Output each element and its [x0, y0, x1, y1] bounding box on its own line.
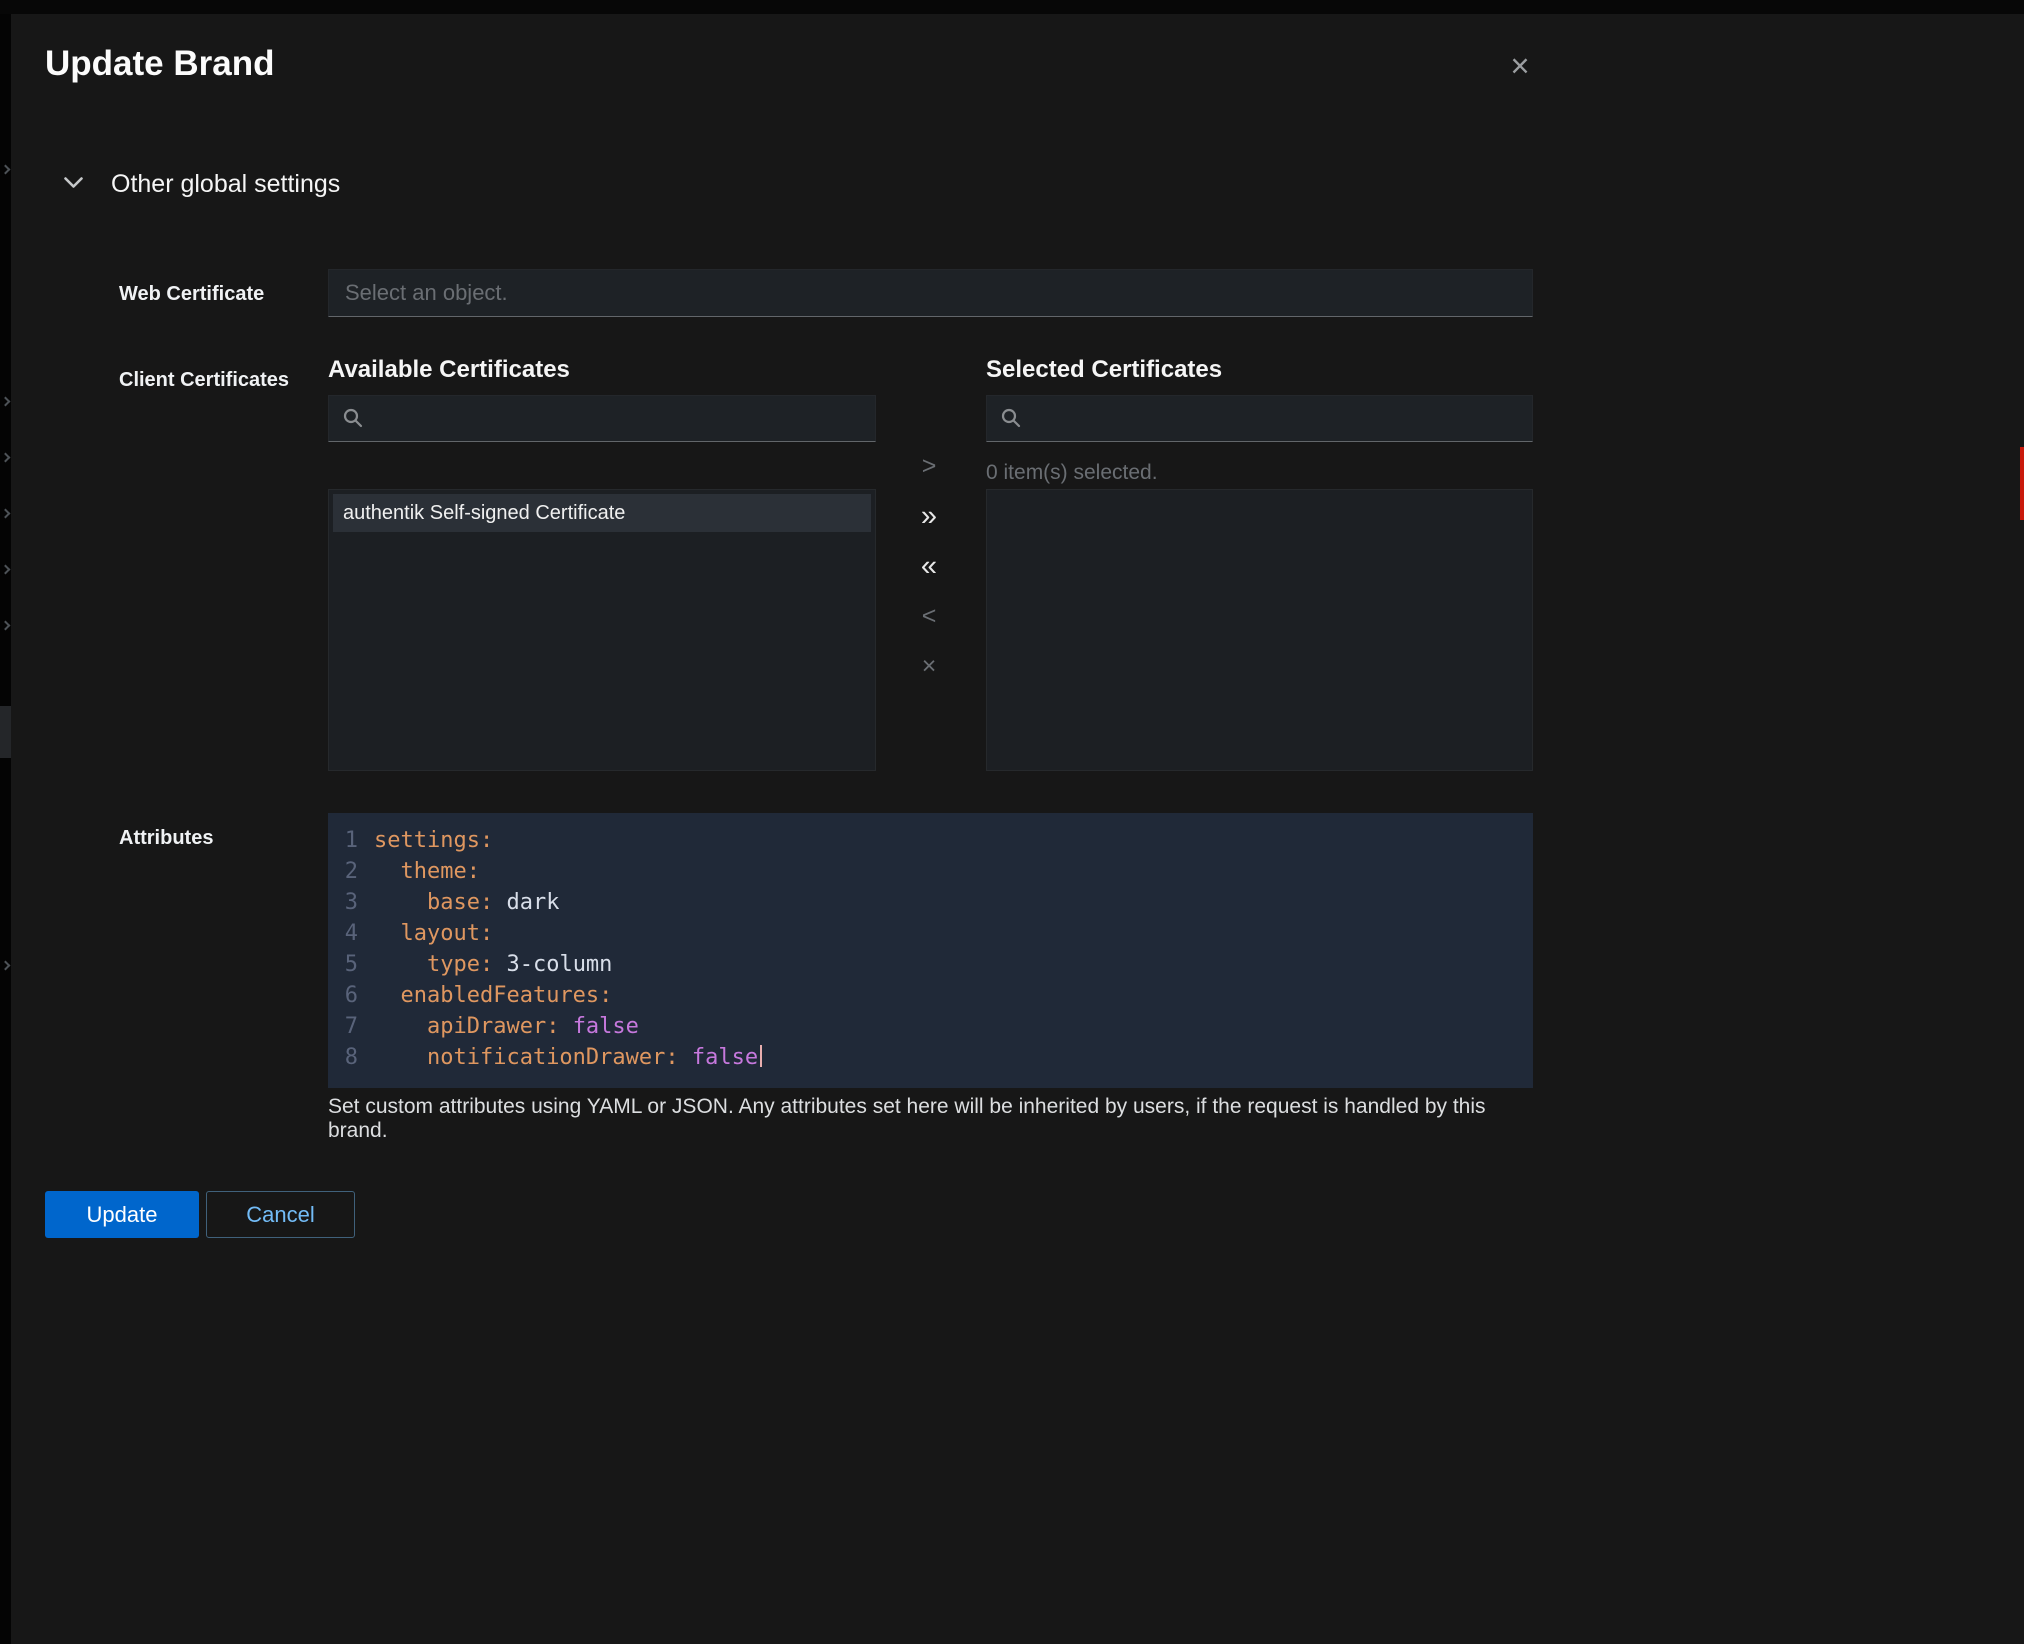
cancel-button[interactable]: Cancel: [206, 1191, 355, 1238]
edge-chevron-icon: [1, 165, 11, 175]
available-certificates-list[interactable]: authentik Self-signed Certificate: [328, 489, 876, 771]
edge-chevron-icon: [1, 565, 11, 575]
edge-chevron-icon: [1, 509, 11, 519]
update-brand-modal: Update Brand × Other global settings Web…: [0, 0, 2024, 1644]
attributes-help: Set custom attributes using YAML or JSON…: [328, 1095, 1518, 1143]
list-item[interactable]: authentik Self-signed Certificate: [333, 494, 871, 532]
transfer-delete-button[interactable]: ×: [905, 646, 953, 686]
chevron-down-icon: [64, 177, 83, 192]
page-title: Update Brand: [45, 44, 274, 84]
attributes-label: Attributes: [119, 827, 213, 850]
transfer-controls: > » « < ×: [903, 446, 955, 696]
selected-certificates-list[interactable]: [986, 489, 1533, 771]
editor-gutter: 12345678: [328, 825, 374, 1088]
background-page-edge: [0, 14, 11, 1644]
available-search: [328, 395, 876, 442]
update-button[interactable]: Update: [45, 1191, 199, 1238]
selected-search: [986, 395, 1533, 442]
close-icon: ×: [1510, 47, 1529, 84]
web-certificate-label: Web Certificate: [119, 283, 264, 306]
web-certificate-input[interactable]: [328, 269, 1533, 317]
available-certificates-title: Available Certificates: [328, 356, 570, 384]
transfer-remove-button[interactable]: <: [905, 596, 953, 636]
edge-chevron-icon: [1, 397, 11, 407]
selected-status: 0 item(s) selected.: [986, 461, 1158, 485]
editor-code: settings: theme: base: dark layout: type…: [374, 825, 1533, 1088]
background-top-bar: [0, 0, 2024, 14]
transfer-add-all-button[interactable]: »: [905, 496, 953, 536]
edge-chevron-icon: [1, 621, 11, 631]
client-certificates-label: Client Certificates: [119, 369, 289, 392]
selected-search-input[interactable]: [986, 395, 1533, 442]
attributes-editor[interactable]: 12345678 settings: theme: base: dark lay…: [328, 813, 1533, 1088]
section-label: Other global settings: [111, 170, 340, 199]
available-search-input[interactable]: [328, 395, 876, 442]
section-toggle-other-global-settings[interactable]: Other global settings: [64, 170, 340, 199]
edge-chevron-icon: [1, 453, 11, 463]
danger-edge-strip: [2020, 447, 2024, 520]
close-button[interactable]: ×: [1498, 44, 1542, 88]
selected-certificates-title: Selected Certificates: [986, 356, 1222, 384]
transfer-add-button[interactable]: >: [905, 446, 953, 486]
edge-chevron-icon: [1, 961, 11, 971]
edge-active-item: [0, 706, 11, 758]
transfer-remove-all-button[interactable]: «: [905, 546, 953, 586]
